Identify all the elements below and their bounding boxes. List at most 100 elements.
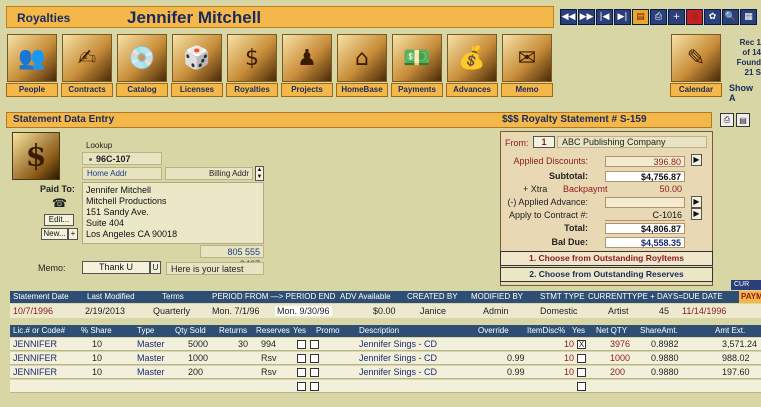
print-preview-icon[interactable]: ▤ [736, 113, 750, 127]
yes-checkbox[interactable]: X [577, 340, 586, 349]
yes-checkbox[interactable] [577, 382, 586, 391]
cell-code[interactable]: JENNIFER [13, 339, 57, 349]
edit-button[interactable]: Edit... [44, 214, 74, 226]
cell-type[interactable]: Master [137, 367, 165, 377]
address-box[interactable]: Jennifer Mitchell Mitchell Productions 1… [82, 182, 264, 244]
discount-arrow-button[interactable]: ▶ [691, 154, 702, 166]
statement-date[interactable]: 10/7/1996 [13, 306, 53, 316]
lookup-field[interactable]: 96C-107 [82, 152, 162, 165]
grid-icon[interactable]: ▦ [740, 9, 757, 25]
nav-catalog[interactable]: 💿 Catalog [116, 33, 170, 97]
search-icon[interactable]: 🔍 [722, 9, 739, 25]
cell-amt-ext[interactable]: 3,571.24 [722, 339, 757, 349]
current-type[interactable]: Artist [608, 306, 629, 316]
memo-select[interactable]: Thank U [82, 261, 150, 274]
contract-arrow-button[interactable]: ▶ [691, 208, 702, 220]
nav-advances[interactable]: 💰 Advances [446, 33, 500, 97]
cell-share[interactable]: 10 [92, 367, 102, 377]
nav-royalties[interactable]: $ Royalties [226, 33, 280, 97]
nav-memo[interactable]: ✉ Memo [501, 33, 555, 97]
nav-calendar[interactable]: ✎ Calendar [670, 33, 724, 97]
contract-value[interactable]: C-1016 [605, 210, 685, 221]
cell-code[interactable]: JENNIFER [13, 367, 57, 377]
cell-share[interactable]: 10 [92, 353, 102, 363]
nav-contracts[interactable]: ✍ Contracts [61, 33, 115, 97]
promo-checkbox[interactable] [310, 340, 319, 349]
cell-amt-ext[interactable]: 197.60 [722, 367, 750, 377]
home-addr-tab[interactable]: Home Addr [82, 167, 162, 180]
yes-checkbox[interactable] [297, 368, 306, 377]
cell-type[interactable]: Master [137, 339, 165, 349]
show-all-button[interactable]: Show A [729, 83, 761, 103]
xtra-value[interactable]: 50.00 [605, 184, 685, 195]
cell-code[interactable]: JENNIFER [13, 353, 57, 363]
days[interactable]: 45 [659, 306, 669, 316]
cell-reserves[interactable]: Rsv [261, 353, 277, 363]
yes-checkbox[interactable] [297, 354, 306, 363]
last-record-icon[interactable]: ▶| [614, 9, 631, 25]
phone-icon[interactable]: ☎ [52, 196, 67, 210]
cell-disc[interactable]: 10 [564, 353, 574, 363]
cell-disc[interactable]: 10 [564, 367, 574, 377]
rewind-icon[interactable]: ◀◀ [560, 9, 577, 25]
nav-licenses[interactable]: 🎲 Licenses [171, 33, 225, 97]
from-number[interactable]: 1 [533, 136, 555, 148]
address-stepper[interactable]: ▲ ▼ [255, 166, 264, 181]
period-end[interactable]: Mon. 9/30/96 [275, 306, 332, 316]
phone-field[interactable]: 805 555 9467 [200, 245, 264, 269]
from-company[interactable]: ABC Publishing Company [557, 136, 707, 148]
cell-share-amt[interactable]: 0.8982 [651, 339, 679, 349]
applied-discounts-value[interactable]: 396.80 [605, 156, 685, 167]
settings-icon[interactable]: ✿ [704, 9, 721, 25]
nav-projects[interactable]: ♟ Projects [281, 33, 335, 97]
cell-share-amt[interactable]: 0.9880 [651, 353, 679, 363]
cell-description[interactable]: Jennifer Sings - CD [359, 367, 437, 377]
choose-reserves-button[interactable]: 2. Choose from Outstanding Reserves [500, 267, 713, 282]
stmt-type[interactable]: Domestic [540, 306, 578, 316]
xtra-type[interactable]: Backpaymt [563, 184, 608, 194]
billing-addr-tab[interactable]: Billing Addr [165, 167, 253, 180]
cell-description[interactable]: Jennifer Sings - CD [359, 339, 437, 349]
yes-checkbox[interactable] [297, 340, 306, 349]
promo-checkbox[interactable] [310, 382, 319, 391]
cell-override[interactable]: 0.99 [507, 367, 525, 377]
print-icon[interactable]: ⎙ [720, 113, 734, 127]
cur-tab[interactable]: CUR [731, 280, 761, 290]
nav-homebase[interactable]: ⌂ HomeBase [336, 33, 390, 97]
promo-checkbox[interactable] [310, 354, 319, 363]
yes-checkbox[interactable] [577, 368, 586, 377]
cell-share[interactable]: 10 [92, 339, 102, 349]
cell-net[interactable]: 200 [610, 367, 625, 377]
cell-description[interactable]: Jennifer Sings - CD [359, 353, 437, 363]
print-icon[interactable]: ⎙ [650, 9, 667, 25]
nav-payments[interactable]: 💵 Payments [391, 33, 445, 97]
promo-checkbox[interactable] [310, 368, 319, 377]
choose-royitems-button[interactable]: 1. Choose from Outstanding RoyItems [500, 251, 713, 266]
cell-share-amt[interactable]: 0.9880 [651, 367, 679, 377]
period-from[interactable]: Mon. 7/1/96 [212, 306, 260, 316]
payment-tab[interactable]: PAYM [739, 291, 761, 303]
add-icon[interactable]: + [668, 9, 685, 25]
add-plus-button[interactable]: + [68, 228, 78, 240]
cell-disc[interactable]: 10 [564, 339, 574, 349]
yes-checkbox[interactable] [297, 382, 306, 391]
cell-net[interactable]: 3976 [610, 339, 630, 349]
memo-note[interactable]: Here is your latest [166, 262, 264, 275]
cell-reserves[interactable]: Rsv [261, 367, 277, 377]
cell-net[interactable]: 1000 [610, 353, 630, 363]
cell-qty[interactable]: 5000 [188, 339, 208, 349]
first-record-icon[interactable]: |◀ [596, 9, 613, 25]
cell-reserves[interactable]: 994 [261, 339, 276, 349]
applied-advance-value[interactable] [605, 197, 685, 208]
cell-amt-ext[interactable]: 988.02 [722, 353, 750, 363]
fast-forward-icon[interactable]: ▶▶ [578, 9, 595, 25]
calendar-icon[interactable]: ▤ [632, 9, 649, 25]
cell-qty[interactable]: 1000 [188, 353, 208, 363]
new-button[interactable]: New... [41, 228, 68, 240]
yes-checkbox[interactable] [577, 354, 586, 363]
cell-qty[interactable]: 200 [188, 367, 203, 377]
nav-people[interactable]: 👥 People [6, 33, 60, 97]
terms[interactable]: Quarterly [153, 306, 190, 316]
advance-arrow-button[interactable]: ▶ [691, 196, 702, 208]
cell-type[interactable]: Master [137, 353, 165, 363]
